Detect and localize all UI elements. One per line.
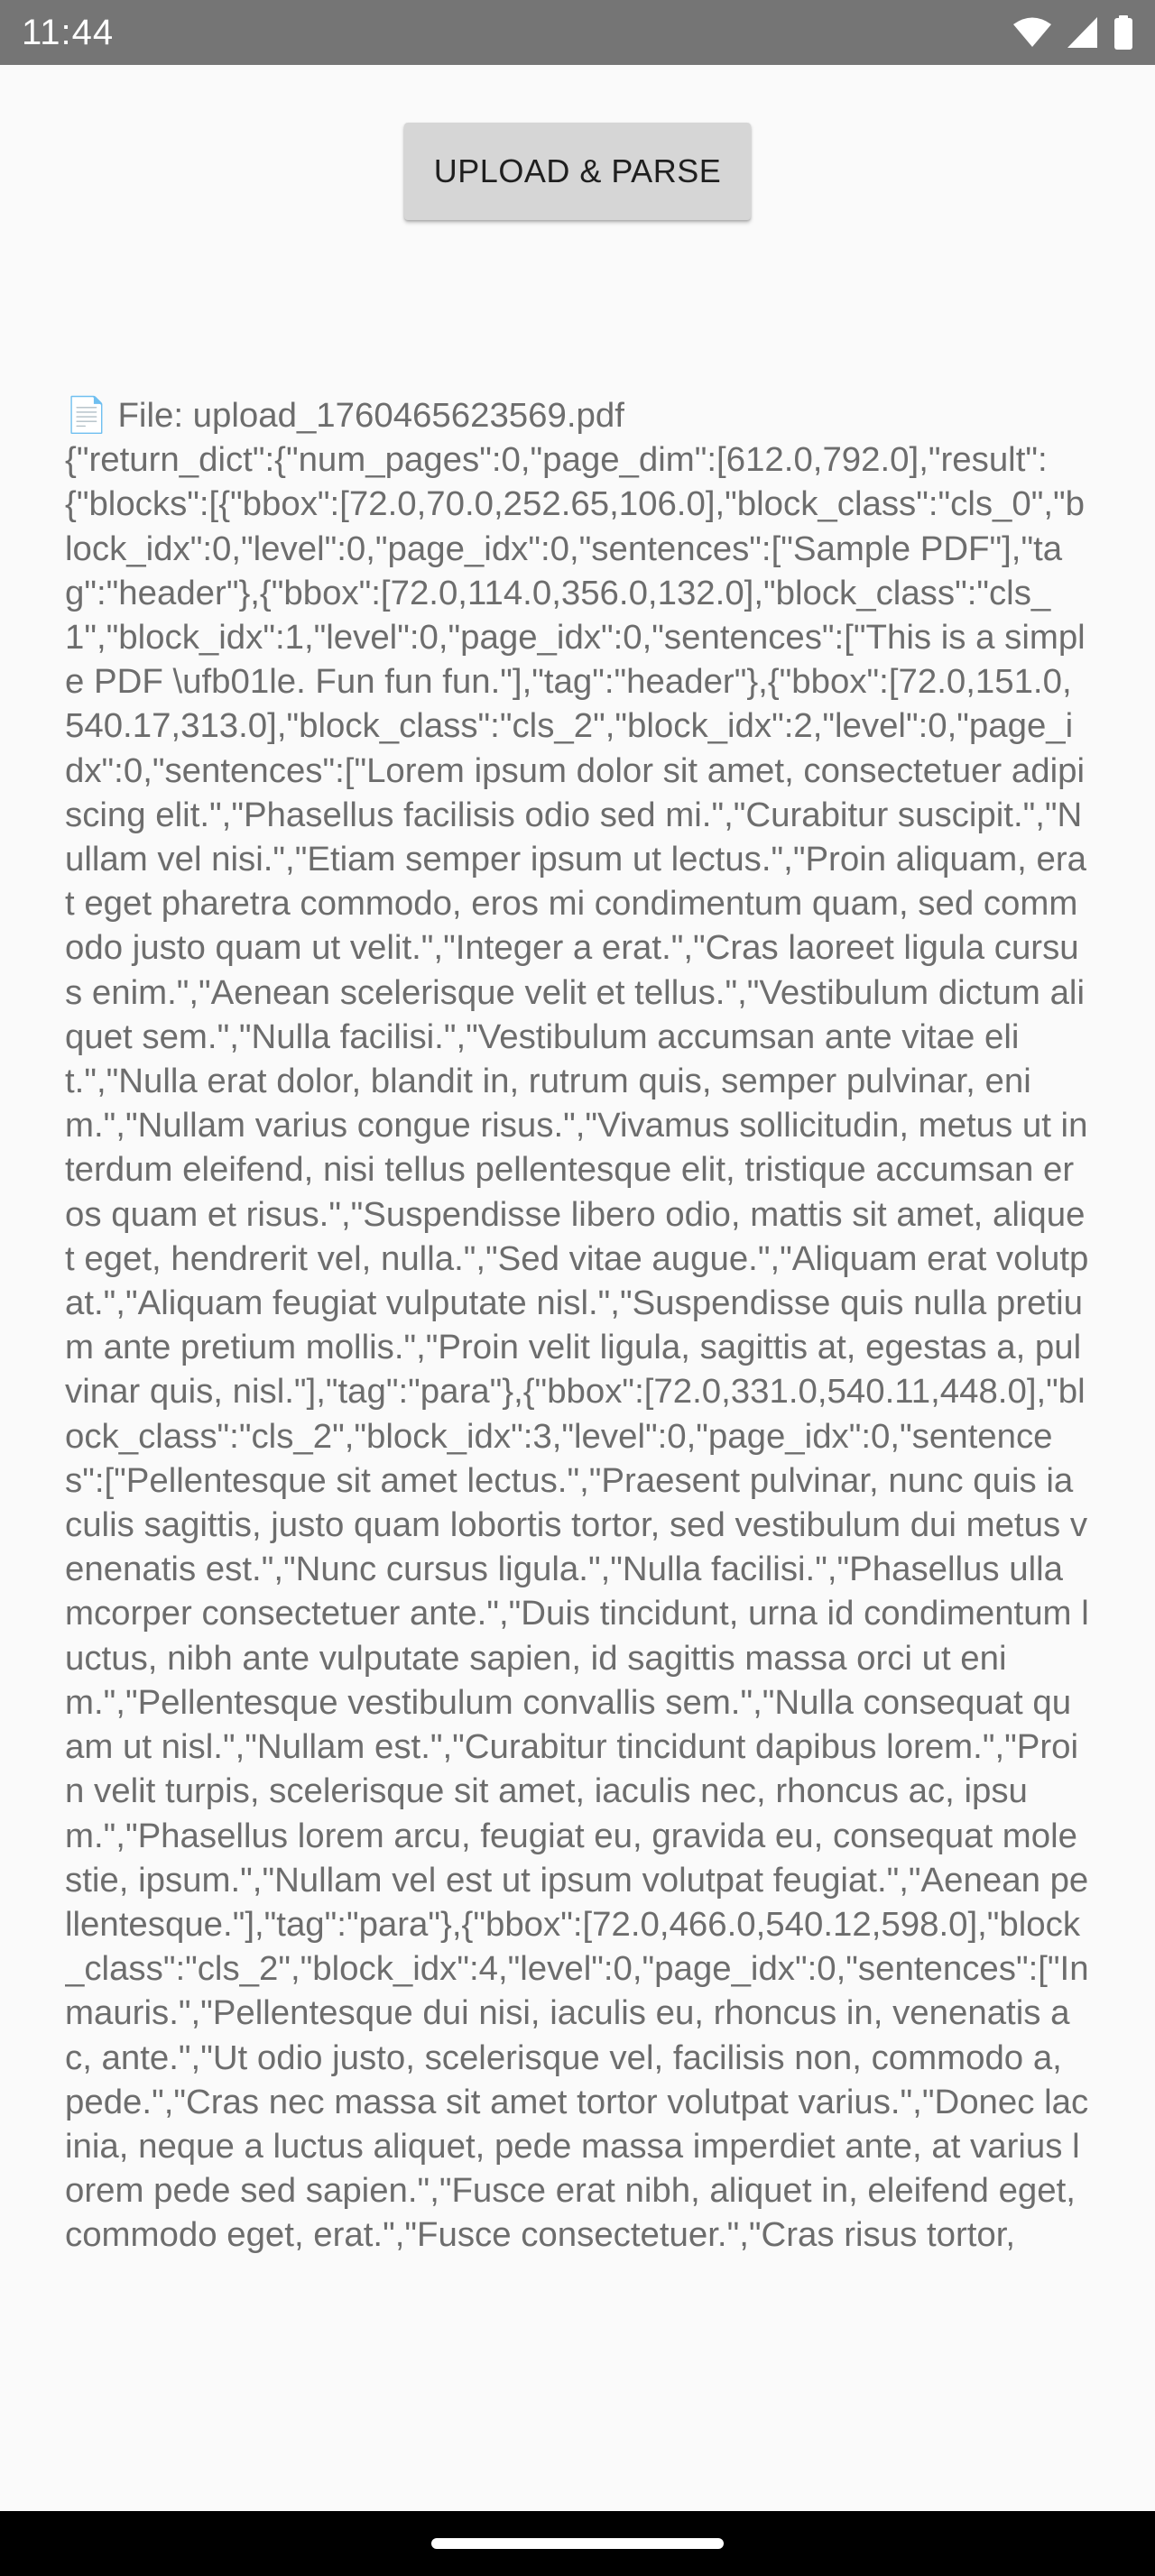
cellular-signal-icon: [1067, 16, 1099, 49]
wifi-icon: [1012, 16, 1052, 49]
status-icons: [1012, 14, 1133, 51]
status-time: 11:44: [22, 13, 115, 52]
battery-icon: [1113, 15, 1133, 50]
upload-parse-button[interactable]: UPLOAD & PARSE: [404, 123, 751, 220]
parse-result-text: 📄 File: upload_1760465623569.pdf {"retur…: [65, 396, 1089, 2255]
status-bar: 11:44: [0, 0, 1155, 65]
home-gesture-handle[interactable]: [431, 2538, 724, 2549]
app-content: UPLOAD & PARSE 📄 File: upload_1760465623…: [0, 65, 1155, 2511]
navigation-bar: [0, 2511, 1155, 2576]
